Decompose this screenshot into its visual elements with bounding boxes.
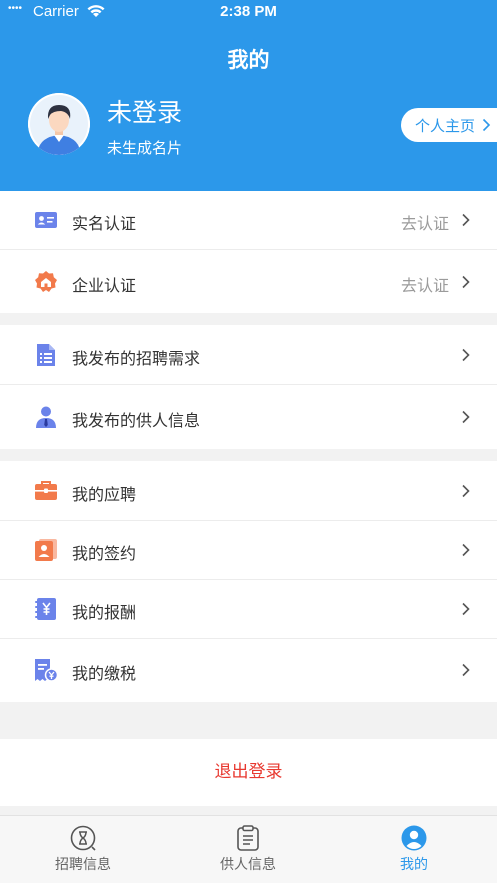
menu-item-label: 实名认证 — [72, 214, 137, 233]
tab-label: 供人信息 — [220, 857, 276, 873]
profile-icon — [401, 825, 427, 851]
payment-icon — [35, 598, 56, 620]
id-card-icon — [35, 212, 57, 228]
personal-homepage-label: 个人主页 — [415, 116, 476, 135]
clipboard-icon — [237, 825, 259, 851]
menu-item-real-name-auth[interactable]: 实名认证 去认证 — [0, 191, 497, 249]
status-bar: •••• Carrier 2:38 PM — [0, 0, 497, 26]
menu-item-label: 我的应聘 — [72, 485, 137, 504]
tab-talent-info[interactable]: 供人信息 — [165, 816, 331, 883]
logout-button[interactable]: 退出登录 — [0, 739, 497, 806]
card-status: 未生成名片 — [107, 139, 183, 157]
chevron-right-icon — [462, 348, 470, 362]
menu-item-enterprise-auth[interactable]: 企业认证 去认证 — [0, 250, 497, 313]
tab-recruit-info[interactable]: 招聘信息 — [0, 816, 166, 883]
page-title: 我的 — [227, 48, 270, 72]
menu-item-my-taxes[interactable]: 我的缴税 — [0, 639, 497, 702]
tab-bar: 招聘信息 供人信息 我的 — [0, 815, 497, 883]
tab-mine[interactable]: 我的 — [331, 816, 497, 883]
status-time: 2:38 PM — [220, 3, 277, 20]
personal-homepage-button[interactable]: 个人主页 — [401, 108, 497, 142]
chevron-right-icon — [462, 543, 470, 557]
chevron-right-icon — [462, 410, 470, 424]
avatar-icon — [28, 93, 90, 155]
menu-item-label: 我的签约 — [72, 544, 137, 563]
menu-item-label: 我的报酬 — [72, 603, 137, 622]
avatar[interactable] — [28, 93, 90, 155]
chevron-right-icon — [482, 118, 491, 132]
chevron-right-icon — [462, 602, 470, 616]
menu-item-my-contracts[interactable]: 我的签约 — [0, 521, 497, 579]
menu-item-my-applications[interactable]: 我的应聘 — [0, 461, 497, 520]
menu-item-my-payments[interactable]: 我的报酬 — [0, 580, 497, 638]
contract-icon — [35, 539, 57, 561]
tab-label: 招聘信息 — [55, 857, 111, 873]
briefcase-icon — [35, 481, 57, 500]
menu-item-my-talent-postings[interactable]: 我发布的供人信息 — [0, 385, 497, 449]
recruit-icon — [70, 825, 96, 851]
tab-label: 我的 — [400, 857, 428, 873]
user-name[interactable]: 未登录 — [107, 93, 182, 129]
document-icon — [37, 344, 55, 366]
menu-item-my-job-postings[interactable]: 我发布的招聘需求 — [0, 325, 497, 384]
tax-receipt-icon — [35, 659, 58, 682]
chevron-right-icon — [462, 663, 470, 677]
go-verify-link[interactable]: 去认证 — [401, 272, 449, 296]
menu-item-label: 我发布的供人信息 — [72, 411, 201, 430]
chevron-right-icon — [462, 275, 470, 289]
menu-item-label: 我发布的招聘需求 — [72, 349, 201, 368]
person-icon — [36, 406, 56, 428]
menu-item-label: 企业认证 — [72, 276, 137, 295]
go-verify-link[interactable]: 去认证 — [401, 210, 449, 234]
menu-item-label: 我的缴税 — [72, 664, 137, 683]
chevron-right-icon — [462, 484, 470, 498]
chevron-right-icon — [462, 213, 470, 227]
enterprise-badge-icon — [35, 271, 57, 292]
profile-header: •••• Carrier 2:38 PM 我的 未登录 未生成名片 个人主页 — [0, 0, 497, 191]
